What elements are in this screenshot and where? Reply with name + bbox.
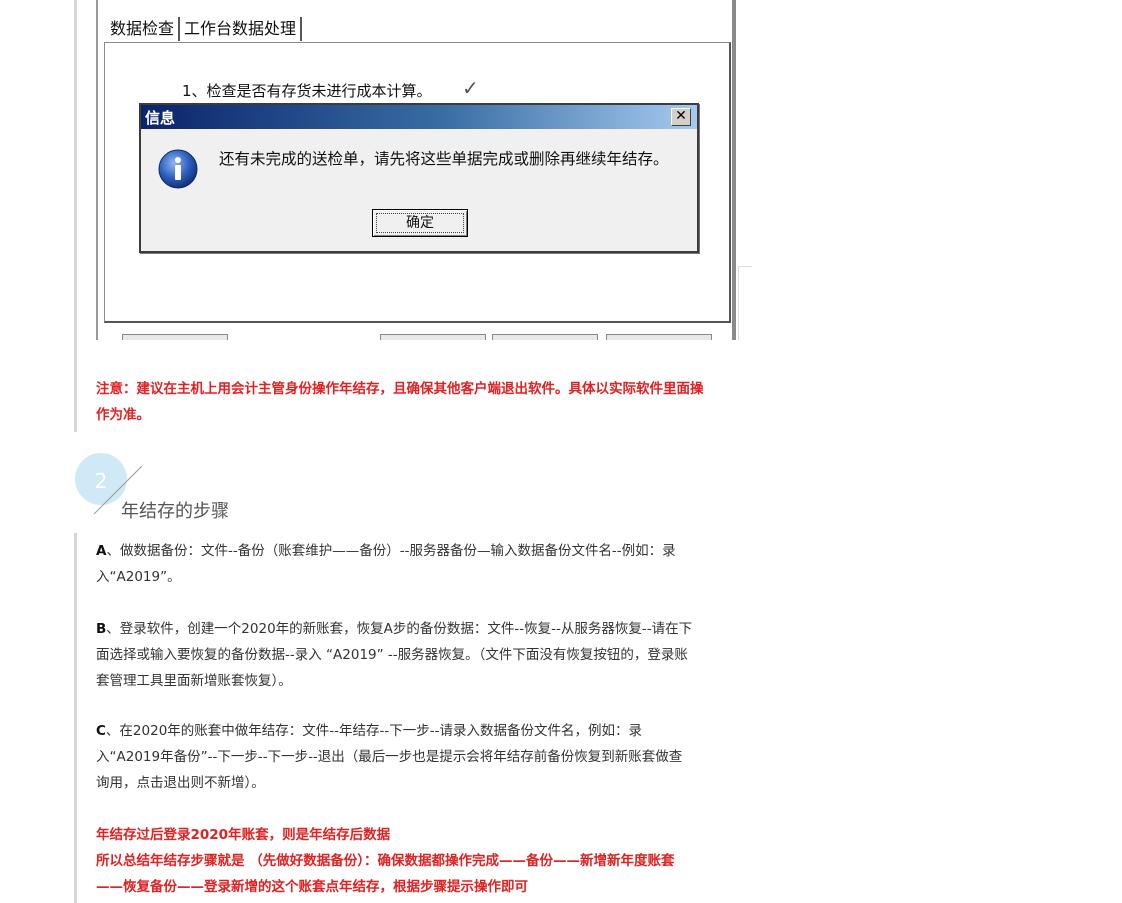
dialog-message: 还有未完成的送检单，请先将这些单据完成或删除再继续年结存。 [219, 150, 669, 168]
step-c-line: C、在2020年的账套中做年结存：文件--年结存--下一步--请录入数据备份文件… [96, 718, 752, 744]
left-border-rule [74, 533, 77, 903]
step-a-line: A、做数据备份：文件--备份（账套维护——备份）--服务器备份—输入数据备份文件… [96, 538, 752, 564]
divider [738, 266, 739, 340]
step-letter: C [96, 723, 106, 739]
section-title: 年结存的步骤 [121, 501, 229, 522]
step-c-line: 入“A2019年备份”--下一步--下一步--退出（最后一步也是提示会将年结存前… [96, 749, 683, 765]
summary-line: 年结存过后登录2020年账套，则是年结存后数据 [96, 827, 391, 843]
divider [738, 266, 752, 267]
bottom-button[interactable] [606, 334, 712, 340]
window-edge [732, 0, 736, 340]
step-text: 、登录软件，创建一个2020年的新账套，恢复A步的备份数据：文件--恢复--从服… [106, 621, 693, 637]
dialog-title: 信息 [145, 109, 176, 127]
info-icon [158, 149, 198, 189]
window-edge [96, 0, 98, 340]
note-line: 作为准。 [96, 407, 150, 423]
bottom-button[interactable] [492, 334, 598, 340]
note-line: 注意：建议在主机上用会计主管身份操作年结存，且确保其他客户端退出软件。具体以实际… [96, 381, 704, 397]
step-text: 、在2020年的账套中做年结存：文件--年结存--下一步--请录入数据备份文件名… [105, 723, 643, 739]
checkmark-icon: ✓ [462, 76, 479, 100]
dialog-titlebar: 信息 ✕ [141, 105, 697, 129]
step-b-line: B、登录软件，创建一个2020年的新账套，恢复A步的备份数据：文件--恢复--从… [96, 616, 752, 642]
step-c-line: 询用，点击退出则不新增）。 [96, 775, 265, 791]
info-dialog: 信息 ✕ 还有未完成的送检单，请先将这些单据完成或删除再继续年结存。 确定 [139, 103, 699, 253]
tab-bar: 数据检查 工作台数据处理 [106, 17, 303, 41]
ok-button[interactable]: 确定 [372, 209, 468, 237]
bottom-button[interactable] [380, 334, 486, 340]
ok-button-label: 确定 [376, 213, 464, 233]
step-b-line: 面选择或输入要恢复的备份数据--录入 “A2019” --服务器恢复。（文件下面… [96, 647, 688, 663]
step-a-line: 入“A2019”。 [96, 569, 181, 585]
step-letter: A [96, 543, 107, 559]
step-text: 、做数据备份：文件--备份（账套维护——备份）--服务器备份—输入数据备份文件名… [106, 543, 676, 559]
left-border-rule [74, 0, 77, 432]
step-letter: B [96, 621, 107, 637]
summary-line: 所以总结年结存步骤就是 （先做好数据备份）：确保数据都操作完成——备份——新增新… [96, 853, 675, 869]
tab-data-check[interactable]: 数据检查 [106, 17, 181, 41]
bottom-button[interactable] [122, 334, 228, 340]
step-b-line: 套管理工具里面新增账套恢复）。 [96, 673, 292, 689]
check-item-text: 1、检查是否有存货未进行成本计算。 [182, 82, 432, 100]
embedded-screenshot: 数据检查 工作台数据处理 1、检查是否有存货未进行成本计算。 ✓ 信息 ✕ 还有… [96, 0, 738, 340]
tab-workbench-data[interactable]: 工作台数据处理 [180, 17, 303, 41]
close-icon[interactable]: ✕ [671, 108, 691, 126]
summary-line: ——恢复备份——登录新增的这个账套点年结存，根据步骤提示操作即可 [96, 879, 528, 895]
